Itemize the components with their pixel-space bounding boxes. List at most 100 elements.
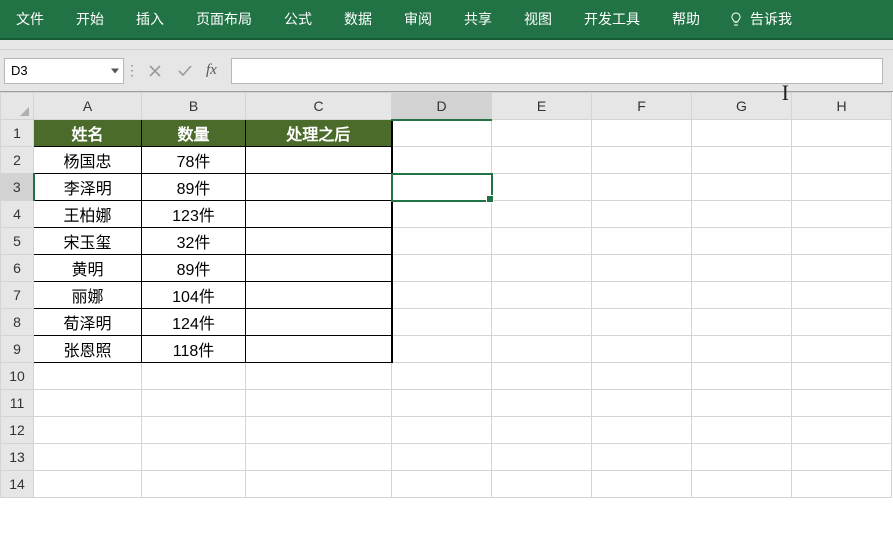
cell-G4[interactable] xyxy=(692,201,792,228)
cell-E5[interactable] xyxy=(492,228,592,255)
cell-F9[interactable] xyxy=(592,336,692,363)
formula-input[interactable] xyxy=(231,58,883,84)
row-header-13[interactable]: 13 xyxy=(1,444,34,471)
cell-E4[interactable] xyxy=(492,201,592,228)
cell-A11[interactable] xyxy=(34,390,142,417)
row-header-6[interactable]: 6 xyxy=(1,255,34,282)
cell-D11[interactable] xyxy=(392,390,492,417)
column-header-B[interactable]: B xyxy=(142,93,246,120)
name-box[interactable]: D3 xyxy=(4,58,124,84)
ribbon-tab-data[interactable]: 数据 xyxy=(328,0,388,39)
cell-B13[interactable] xyxy=(142,444,246,471)
row-header-10[interactable]: 10 xyxy=(1,363,34,390)
cell-A3[interactable]: 李泽明 xyxy=(34,174,142,201)
cell-C6[interactable] xyxy=(246,255,392,282)
ribbon-tab-insert[interactable]: 插入 xyxy=(120,0,180,39)
ribbon-tab-formulas[interactable]: 公式 xyxy=(268,0,328,39)
cell-F4[interactable] xyxy=(592,201,692,228)
cell-F12[interactable] xyxy=(592,417,692,444)
cell-G3[interactable] xyxy=(692,174,792,201)
row-header-8[interactable]: 8 xyxy=(1,309,34,336)
cell-D10[interactable] xyxy=(392,363,492,390)
cell-H2[interactable] xyxy=(792,147,892,174)
cell-E14[interactable] xyxy=(492,471,592,498)
cell-D1[interactable] xyxy=(392,120,492,147)
cell-G12[interactable] xyxy=(692,417,792,444)
column-header-D[interactable]: D xyxy=(392,93,492,120)
cell-B1[interactable]: 数量 xyxy=(142,120,246,147)
cell-B9[interactable]: 118件 xyxy=(142,336,246,363)
cell-G8[interactable] xyxy=(692,309,792,336)
cell-H10[interactable] xyxy=(792,363,892,390)
select-all-corner[interactable] xyxy=(1,93,34,120)
cell-F8[interactable] xyxy=(592,309,692,336)
cell-B10[interactable] xyxy=(142,363,246,390)
cell-C11[interactable] xyxy=(246,390,392,417)
cell-C7[interactable] xyxy=(246,282,392,309)
cell-A8[interactable]: 荀泽明 xyxy=(34,309,142,336)
cell-C12[interactable] xyxy=(246,417,392,444)
cell-E9[interactable] xyxy=(492,336,592,363)
cell-E3[interactable] xyxy=(492,174,592,201)
cell-F14[interactable] xyxy=(592,471,692,498)
cell-A5[interactable]: 宋玉玺 xyxy=(34,228,142,255)
ribbon-tab-file[interactable]: 文件 xyxy=(0,0,60,39)
tell-me-box[interactable]: 告诉我 xyxy=(716,9,798,29)
row-header-14[interactable]: 14 xyxy=(1,471,34,498)
row-header-9[interactable]: 9 xyxy=(1,336,34,363)
cell-C9[interactable] xyxy=(246,336,392,363)
cell-A4[interactable]: 王柏娜 xyxy=(34,201,142,228)
cell-D5[interactable] xyxy=(392,228,492,255)
cell-H5[interactable] xyxy=(792,228,892,255)
cell-C4[interactable] xyxy=(246,201,392,228)
cell-B2[interactable]: 78件 xyxy=(142,147,246,174)
column-header-A[interactable]: A xyxy=(34,93,142,120)
cell-G2[interactable] xyxy=(692,147,792,174)
cell-E6[interactable] xyxy=(492,255,592,282)
cell-A1[interactable]: 姓名 xyxy=(34,120,142,147)
cell-E12[interactable] xyxy=(492,417,592,444)
cell-D8[interactable] xyxy=(392,309,492,336)
cell-B7[interactable]: 104件 xyxy=(142,282,246,309)
cell-C2[interactable] xyxy=(246,147,392,174)
cell-B3[interactable]: 89件 xyxy=(142,174,246,201)
column-header-E[interactable]: E xyxy=(492,93,592,120)
cell-H11[interactable] xyxy=(792,390,892,417)
cell-B11[interactable] xyxy=(142,390,246,417)
cell-B14[interactable] xyxy=(142,471,246,498)
cell-F5[interactable] xyxy=(592,228,692,255)
ribbon-tab-developer[interactable]: 开发工具 xyxy=(568,0,656,39)
row-header-12[interactable]: 12 xyxy=(1,417,34,444)
cell-G11[interactable] xyxy=(692,390,792,417)
cell-H12[interactable] xyxy=(792,417,892,444)
cell-A6[interactable]: 黄明 xyxy=(34,255,142,282)
cell-A10[interactable] xyxy=(34,363,142,390)
cell-F10[interactable] xyxy=(592,363,692,390)
cell-G10[interactable] xyxy=(692,363,792,390)
cell-D4[interactable] xyxy=(392,201,492,228)
cell-B5[interactable]: 32件 xyxy=(142,228,246,255)
cell-D2[interactable] xyxy=(392,147,492,174)
cell-A12[interactable] xyxy=(34,417,142,444)
cell-B8[interactable]: 124件 xyxy=(142,309,246,336)
cell-E1[interactable] xyxy=(492,120,592,147)
cell-H7[interactable] xyxy=(792,282,892,309)
cell-E2[interactable] xyxy=(492,147,592,174)
row-header-5[interactable]: 5 xyxy=(1,228,34,255)
cell-C5[interactable] xyxy=(246,228,392,255)
column-header-C[interactable]: C xyxy=(246,93,392,120)
cell-H13[interactable] xyxy=(792,444,892,471)
row-header-4[interactable]: 4 xyxy=(1,201,34,228)
cell-F13[interactable] xyxy=(592,444,692,471)
row-header-1[interactable]: 1 xyxy=(1,120,34,147)
cell-A13[interactable] xyxy=(34,444,142,471)
cell-E8[interactable] xyxy=(492,309,592,336)
cell-D3[interactable] xyxy=(392,174,492,201)
cell-B12[interactable] xyxy=(142,417,246,444)
cell-C10[interactable] xyxy=(246,363,392,390)
cell-G6[interactable] xyxy=(692,255,792,282)
ribbon-tab-review[interactable]: 审阅 xyxy=(388,0,448,39)
row-header-2[interactable]: 2 xyxy=(1,147,34,174)
cell-A7[interactable]: 丽娜 xyxy=(34,282,142,309)
cell-A14[interactable] xyxy=(34,471,142,498)
